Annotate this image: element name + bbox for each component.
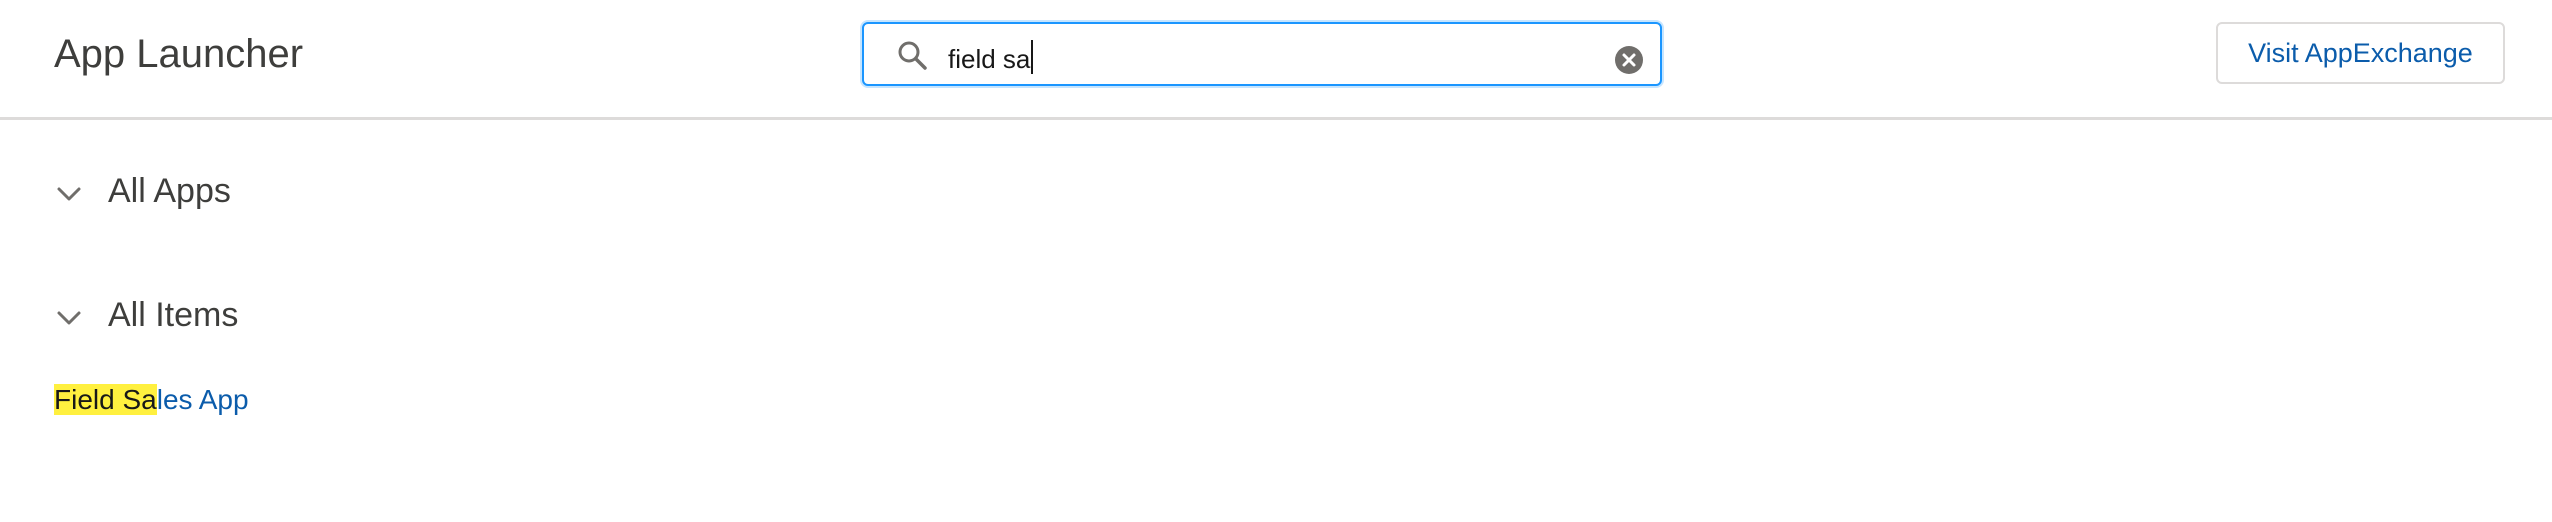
all-items-title: All Items	[108, 296, 239, 334]
text-caret	[1031, 40, 1034, 74]
chevron-down-icon	[57, 311, 81, 325]
search-input-value: field sa	[948, 44, 1031, 74]
all-apps-section-toggle[interactable]: All Apps	[54, 166, 231, 216]
clear-icon[interactable]	[1614, 45, 1644, 75]
all-items-section-toggle[interactable]: All Items	[54, 290, 238, 340]
search-icon	[898, 41, 927, 70]
app-launcher-header: App Launcher field sa Visit AppExchange	[0, 0, 2552, 120]
search-input[interactable]: field sa	[948, 40, 1034, 75]
visit-appexchange-button[interactable]: Visit AppExchange	[2216, 22, 2505, 84]
chevron-down-icon	[57, 187, 81, 201]
all-apps-title: All Apps	[108, 172, 231, 210]
page-title: App Launcher	[54, 32, 304, 76]
result-item-rest: les App	[156, 384, 249, 415]
search-match-highlight: Field Sa	[54, 384, 157, 415]
search-box[interactable]: field sa	[862, 22, 1662, 86]
result-item-field-sales-app[interactable]: Field Sales App	[54, 381, 249, 419]
